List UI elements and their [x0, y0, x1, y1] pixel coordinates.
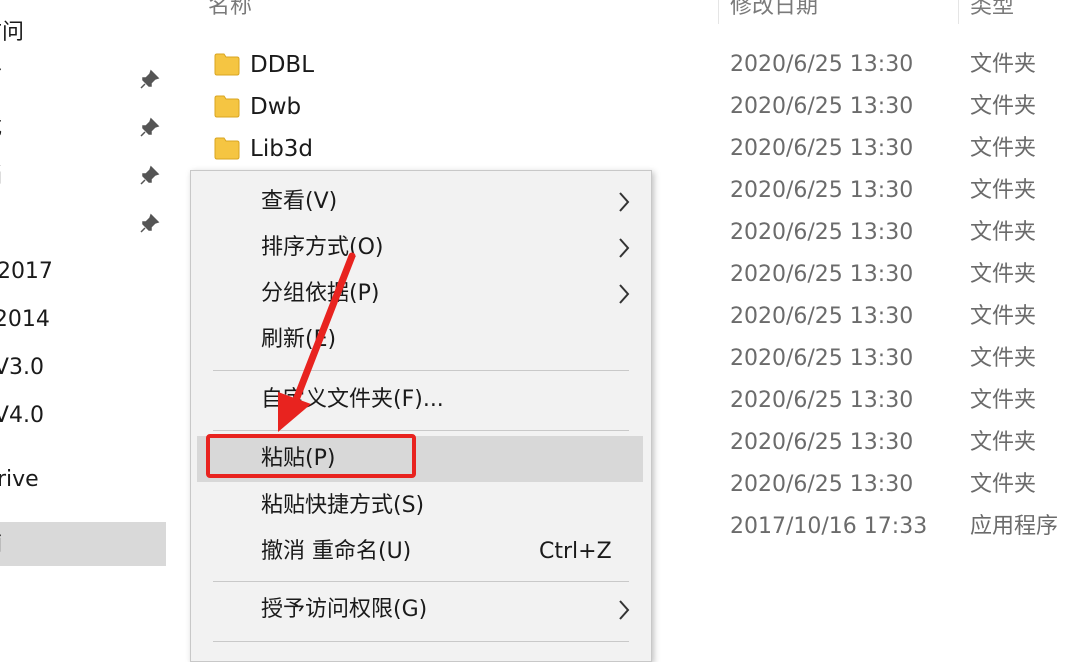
nav-item-folder[interactable]: EV4.0 [0, 394, 166, 438]
menu-item-group-by[interactable]: 分组依据(P) [197, 271, 643, 317]
file-date: 2020/6/25 13:30 [730, 262, 914, 287]
menu-item-undo-rename[interactable]: 撤消 重命名(U) Ctrl+Z [197, 529, 643, 575]
nav-item-folder[interactable]: EV3.0 [0, 346, 166, 390]
file-date: 2020/6/25 13:30 [730, 52, 914, 77]
file-row[interactable]: DDBL 2020/6/25 13:30 文件夹 [172, 44, 1066, 86]
file-type: 文件夹 [970, 262, 1037, 287]
menu-item-label: 粘贴快捷方式(S) [261, 493, 425, 518]
menu-item-refresh[interactable]: 刷新(E) [197, 317, 643, 363]
menu-item-view[interactable]: 查看(V) [197, 179, 643, 225]
chevron-right-icon [619, 600, 630, 620]
nav-item-folder[interactable]: D2017 [0, 250, 166, 294]
nav-item-onedrive[interactable]: Drive [0, 458, 166, 502]
menu-item-label: 授予访问权限(G) [261, 597, 428, 622]
nav-item-pictures[interactable]: 片 [0, 202, 166, 246]
file-row[interactable]: Dwb 2020/6/25 13:30 文件夹 [172, 86, 1066, 128]
menu-item-label: 查看(V) [261, 189, 338, 214]
pin-icon[interactable] [138, 117, 160, 139]
chevron-right-icon [619, 238, 630, 258]
folder-icon [214, 53, 240, 76]
file-date: 2020/6/25 13:30 [730, 94, 914, 119]
menu-item-shortcut: Ctrl+Z [539, 539, 612, 564]
file-name: DDBL [250, 52, 315, 78]
file-type: 文件夹 [970, 304, 1037, 329]
column-type-header[interactable]: 类型 [970, 0, 1014, 22]
menu-item-label: 刷新(E) [261, 327, 337, 352]
file-type: 文件夹 [970, 136, 1037, 161]
nav-item-desktop[interactable]: 面 [0, 58, 166, 102]
file-type: 文件夹 [970, 220, 1037, 245]
file-type: 文件夹 [970, 430, 1037, 455]
folder-icon [214, 137, 240, 160]
file-name: Lib3d [250, 136, 314, 162]
nav-item-label: Drive [0, 467, 39, 492]
file-row[interactable]: Lib3d 2020/6/25 13:30 文件夹 [172, 128, 1066, 170]
file-date: 2020/6/25 13:30 [730, 220, 914, 245]
nav-item-label: 载 [0, 106, 2, 150]
annotation-highlight-box [206, 434, 416, 478]
file-date: 2017/10/16 17:33 [730, 514, 928, 539]
file-date: 2020/6/25 13:30 [730, 430, 914, 455]
file-date: 2020/6/25 13:30 [730, 304, 914, 329]
column-name-header[interactable]: 名称 [208, 0, 252, 22]
nav-item-label: 面 [0, 58, 2, 102]
menu-separator [213, 370, 629, 371]
pin-icon[interactable] [138, 165, 160, 187]
nav-item-quick-access[interactable]: 访问 [0, 11, 166, 55]
file-type: 文件夹 [970, 94, 1037, 119]
menu-separator [213, 581, 629, 582]
menu-item-label: 自定义文件夹(F)... [261, 387, 444, 412]
menu-item-label: 撤消 重命名(U) [261, 539, 412, 564]
file-type: 文件夹 [970, 52, 1037, 77]
menu-item-label: 排序方式(O) [261, 235, 384, 260]
file-type: 文件夹 [970, 346, 1037, 371]
menu-item-paste-shortcut[interactable]: 粘贴快捷方式(S) [197, 483, 643, 529]
file-date: 2020/6/25 13:30 [730, 472, 914, 497]
pin-icon[interactable] [138, 69, 160, 91]
navigation-pane: 访问 面 载 档 片 D2017 E2014 EV3.0 EV4.0 Drive… [0, 0, 172, 648]
file-date: 2020/6/25 13:30 [730, 346, 914, 371]
file-type: 文件夹 [970, 472, 1037, 497]
nav-item-label: 脑 [0, 522, 2, 566]
file-date: 2020/6/25 13:30 [730, 136, 914, 161]
menu-item-label: 分组依据(P) [261, 281, 380, 306]
nav-item-downloads[interactable]: 载 [0, 106, 166, 150]
column-divider[interactable] [718, 0, 719, 24]
menu-item-customize-folder[interactable]: 自定义文件夹(F)... [197, 377, 643, 423]
file-type: 文件夹 [970, 178, 1037, 203]
nav-item-label: D2017 [0, 259, 53, 284]
column-divider[interactable] [958, 0, 959, 24]
nav-item-label: 片 [0, 202, 2, 246]
file-name: Dwb [250, 94, 302, 120]
menu-separator [213, 641, 629, 642]
chevron-right-icon [619, 192, 630, 212]
file-type: 应用程序 [970, 514, 1059, 539]
file-date: 2020/6/25 13:30 [730, 178, 914, 203]
nav-item-label: E2014 [0, 307, 50, 332]
nav-item-label: EV4.0 [0, 403, 44, 428]
nav-item-this-pc[interactable]: 脑 [0, 522, 166, 566]
context-menu: 查看(V) 排序方式(O) 分组依据(P) 刷新(E) 自定义文件夹(F)...… [190, 170, 652, 662]
nav-item-label: EV3.0 [0, 355, 44, 380]
nav-item-folder[interactable]: E2014 [0, 298, 166, 342]
menu-item-sort-by[interactable]: 排序方式(O) [197, 225, 643, 271]
chevron-right-icon [619, 284, 630, 304]
column-date-header[interactable]: 修改日期 [730, 0, 818, 22]
nav-item-documents[interactable]: 档 [0, 154, 166, 198]
file-type: 文件夹 [970, 388, 1037, 413]
pin-icon[interactable] [138, 213, 160, 235]
nav-item-label: 档 [0, 154, 2, 198]
folder-icon [214, 95, 240, 118]
column-header: 名称 修改日期 类型 [172, 0, 1066, 26]
menu-separator [213, 430, 629, 431]
nav-item-label: 访问 [0, 20, 25, 45]
file-date: 2020/6/25 13:30 [730, 388, 914, 413]
menu-item-give-access[interactable]: 授予访问权限(G) [197, 587, 643, 633]
